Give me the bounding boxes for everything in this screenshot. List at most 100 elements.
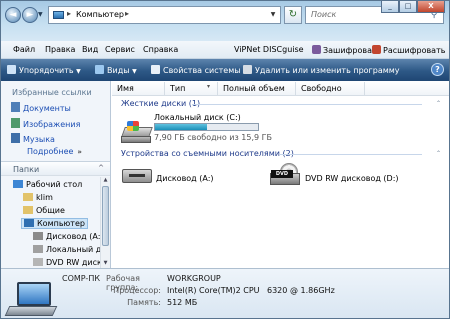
tree-item-label: Компьютер	[37, 219, 85, 228]
keyboard-shape	[4, 306, 58, 316]
menu-help[interactable]: Справка	[143, 45, 178, 54]
dvd-drive-name[interactable]: DVD RW дисковод (D:)	[305, 174, 399, 183]
column-divider[interactable]	[295, 82, 296, 95]
group-collapse-icon[interactable]: ⌃	[436, 150, 441, 157]
menu-view[interactable]: Вид	[82, 45, 98, 54]
more-links-button[interactable]: Подробнее»	[27, 147, 82, 156]
cpu-model: 6320	[267, 286, 288, 295]
decrypt-button[interactable]: Расшифровать	[372, 45, 445, 55]
dvd-drive-icon[interactable]: DVD	[270, 163, 304, 187]
views-button[interactable]: Виды ▼	[95, 65, 137, 75]
documents-icon	[11, 102, 20, 112]
column-name[interactable]: Имя	[117, 84, 134, 93]
uninstall-label: Удалить или изменить программу	[255, 66, 400, 75]
group-divider	[280, 154, 422, 155]
breadcrumb-chevron-icon[interactable]: ▸	[125, 9, 129, 18]
uninstall-program-button[interactable]: Удалить или изменить программу	[243, 65, 400, 75]
tree-item-klim[interactable]: klim	[23, 193, 53, 202]
recent-pages-dropdown[interactable]: ▼	[38, 11, 43, 18]
organize-button[interactable]: Упорядочить ▼	[7, 65, 81, 75]
organize-label: Упорядочить	[19, 66, 74, 75]
group-removable-header[interactable]: Устройства со съемными носителями (2)	[121, 149, 294, 158]
computer-icon	[53, 11, 64, 19]
music-icon	[11, 133, 20, 143]
local-disk-icon[interactable]	[121, 121, 155, 145]
memory-value: 512 МБ	[167, 298, 198, 307]
organize-icon	[7, 65, 16, 74]
folders-header[interactable]: Папки ^	[1, 161, 110, 176]
breadcrumb-computer[interactable]: Компьютер	[76, 10, 124, 19]
back-button[interactable]: ◄	[5, 7, 21, 23]
sidebar-item-music[interactable]: Музыка	[11, 133, 55, 144]
cpu-label: Процессор:	[113, 286, 161, 295]
help-icon[interactable]: ?	[431, 63, 444, 76]
floppy-drive-icon[interactable]	[122, 169, 152, 183]
tree-item-floppy[interactable]: Дисковод (A:)	[33, 232, 104, 241]
sidebar-item-documents[interactable]: Документы	[11, 102, 71, 113]
tree-item-public[interactable]: Общие	[23, 206, 65, 215]
sidebar-scrollbar[interactable]: ▲ ▼	[100, 177, 110, 268]
column-total-size[interactable]: Полный объем	[223, 84, 285, 93]
scroll-thumb[interactable]	[102, 186, 109, 246]
column-type[interactable]: Тип	[170, 84, 185, 93]
system-properties-button[interactable]: Свойства системы	[151, 65, 241, 75]
windows-logo-icon	[127, 121, 139, 131]
folder-icon	[23, 206, 33, 214]
computer-large-icon	[4, 282, 58, 318]
details-pane: COMP-ПК Рабочая группа: WORKGROUP Процес…	[1, 268, 449, 318]
tree-item-label: Рабочий стол	[26, 180, 83, 189]
close-button[interactable]: X	[417, 1, 445, 13]
forward-button[interactable]: ►	[22, 7, 38, 23]
tree-item-desktop[interactable]: Рабочий стол	[13, 180, 82, 189]
column-dropdown-icon[interactable]: ▾	[207, 83, 210, 90]
minimize-button[interactable]: _	[381, 1, 399, 13]
sidebar-item-label: Музыка	[23, 135, 55, 144]
user-folder-icon	[23, 193, 33, 201]
maximize-button[interactable]: □	[399, 1, 417, 13]
more-label: Подробнее	[27, 147, 74, 156]
group-divider	[192, 104, 422, 105]
tree-item-label: klim	[36, 193, 53, 202]
sidebar-item-label: Документы	[23, 104, 71, 113]
menu-file[interactable]: Файл	[13, 45, 35, 54]
floppy-drive-name[interactable]: Дисковод (A:)	[156, 174, 214, 183]
favorite-links-title: Избранные ссылки	[12, 88, 92, 97]
scroll-down-icon[interactable]: ▼	[101, 260, 110, 268]
column-free-space[interactable]: Свободно	[301, 84, 342, 93]
tree-item-label: Дисковод (A:)	[46, 232, 104, 241]
menu-tools[interactable]: Сервис	[105, 45, 135, 54]
address-area: ◄ ► ▼ ▸ Компьютер ▸ ▼ ↻ Поиск ⚲ _ □ X	[1, 1, 449, 41]
vipnet-discguise-menu[interactable]: ViPNet DISCguise	[234, 45, 304, 54]
cpu-speed: @ 1.86GHz	[290, 286, 335, 295]
refresh-button[interactable]: ↻	[284, 6, 302, 24]
tree-item-local-disk[interactable]: Локальный ди	[33, 245, 107, 254]
sidebar-item-pictures[interactable]: Изображения	[11, 118, 80, 129]
column-divider[interactable]	[364, 82, 365, 95]
hdd-front-shape	[121, 136, 151, 143]
decrypt-icon	[372, 45, 381, 54]
tree-item-computer[interactable]: Компьютер	[21, 218, 88, 229]
navigation-pane: Избранные ссылки Документы Изображения М…	[1, 81, 111, 268]
collapse-icon: ^	[98, 164, 104, 172]
group-hard-drives-header[interactable]: Жесткие диски (1)	[121, 99, 200, 108]
double-chevron-icon: »	[77, 148, 82, 156]
column-divider[interactable]	[217, 82, 218, 95]
usage-fill	[155, 124, 207, 130]
menu-edit[interactable]: Правка	[45, 45, 75, 54]
address-bar[interactable]: ▸ Компьютер ▸ ▼	[48, 6, 281, 24]
dvd-logo-icon: DVD	[271, 170, 293, 178]
tree-item-label: Общие	[36, 206, 65, 215]
encrypt-icon	[312, 45, 321, 54]
column-divider[interactable]	[164, 82, 165, 95]
breadcrumb-separator-icon[interactable]: ▸	[67, 9, 71, 18]
sidebar-item-label: Изображения	[23, 120, 81, 129]
scroll-up-icon[interactable]: ▲	[101, 177, 110, 185]
group-collapse-icon[interactable]: ⌃	[436, 100, 441, 107]
local-disk-name[interactable]: Локальный диск (C:)	[154, 113, 241, 122]
encrypt-button[interactable]: Зашифровать	[312, 45, 381, 55]
memory-label: Память:	[127, 298, 161, 307]
address-dropdown-icon[interactable]: ▼	[268, 9, 278, 21]
local-disk-free-space: 7,90 ГБ свободно из 15,9 ГБ	[154, 133, 273, 142]
dvd-drive-icon	[33, 258, 43, 266]
search-input[interactable]: Поиск	[311, 10, 336, 19]
